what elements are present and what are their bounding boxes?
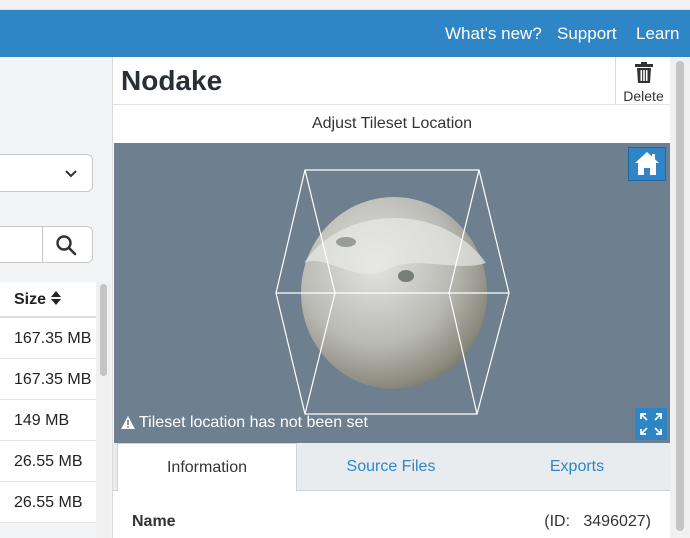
tab-source-files[interactable]: Source Files <box>303 443 479 491</box>
delete-button[interactable]: Delete <box>615 57 671 104</box>
3d-viewer[interactable]: Tileset location has not been set <box>114 143 670 443</box>
adjust-location-heading: Adjust Tileset Location <box>113 104 671 142</box>
globe-shadow-spot <box>398 270 414 282</box>
files-table: Size 167.35 MB 167.35 MB 149 MB 26.55 MB… <box>0 282 96 523</box>
tab-exports[interactable]: Exports <box>487 443 667 491</box>
search-divider <box>42 227 43 262</box>
tileset-globe-scene <box>275 169 510 415</box>
table-scrollbar[interactable] <box>96 282 110 538</box>
table-row[interactable]: 149 MB <box>0 400 96 441</box>
sort-icon <box>51 291 62 305</box>
name-label: Name <box>132 513 176 530</box>
fullscreen-icon <box>640 413 662 435</box>
table-row[interactable]: 167.35 MB <box>0 318 96 359</box>
warning-text: Tileset location has not been set <box>139 414 368 431</box>
table-row[interactable]: 26.55 MB <box>0 441 96 482</box>
filter-select[interactable] <box>0 154 93 192</box>
tileset-id: (ID: 3496027) <box>544 513 651 530</box>
nav-learn-link[interactable]: Learn <box>636 10 679 57</box>
fullscreen-button[interactable] <box>635 408 667 440</box>
info-name-row: Name (ID: 3496027) <box>113 501 671 538</box>
tileset-detail-panel: Nodake Delete Adjust Tileset Location Ti… <box>112 57 671 538</box>
search-input[interactable] <box>0 227 42 262</box>
browser-top-strip <box>0 0 690 10</box>
nav-support-link[interactable]: Support <box>557 10 617 57</box>
search-icon[interactable] <box>55 234 77 256</box>
warning-icon <box>121 416 135 429</box>
home-button[interactable] <box>628 147 666 181</box>
tab-information[interactable]: Information <box>117 443 297 492</box>
nav-whats-new-link[interactable]: What's new? <box>445 10 542 57</box>
top-navbar: What's new? Support Learn <box>0 10 690 57</box>
globe-shadow-spot <box>336 237 356 247</box>
home-icon <box>635 152 659 175</box>
left-column: Size 167.35 MB 167.35 MB 149 MB 26.55 MB… <box>0 57 112 538</box>
page-scrollbar[interactable] <box>670 57 690 538</box>
trash-icon <box>634 62 653 83</box>
tileset-location-warning: Tileset location has not been set <box>120 414 368 432</box>
delete-label: Delete <box>623 88 664 104</box>
size-header-label: Size <box>14 291 47 308</box>
table-scrollbar-thumb[interactable] <box>100 284 107 376</box>
page-title: Nodake <box>121 65 223 96</box>
size-column-header[interactable]: Size <box>0 282 96 318</box>
detail-tabs: Information Source Files Exports <box>113 443 671 492</box>
search-box <box>0 226 93 263</box>
table-row[interactable]: 167.35 MB <box>0 359 96 400</box>
table-row[interactable]: 26.55 MB <box>0 482 96 523</box>
page-scrollbar-thumb[interactable] <box>676 61 684 531</box>
chevron-down-icon <box>65 170 77 178</box>
